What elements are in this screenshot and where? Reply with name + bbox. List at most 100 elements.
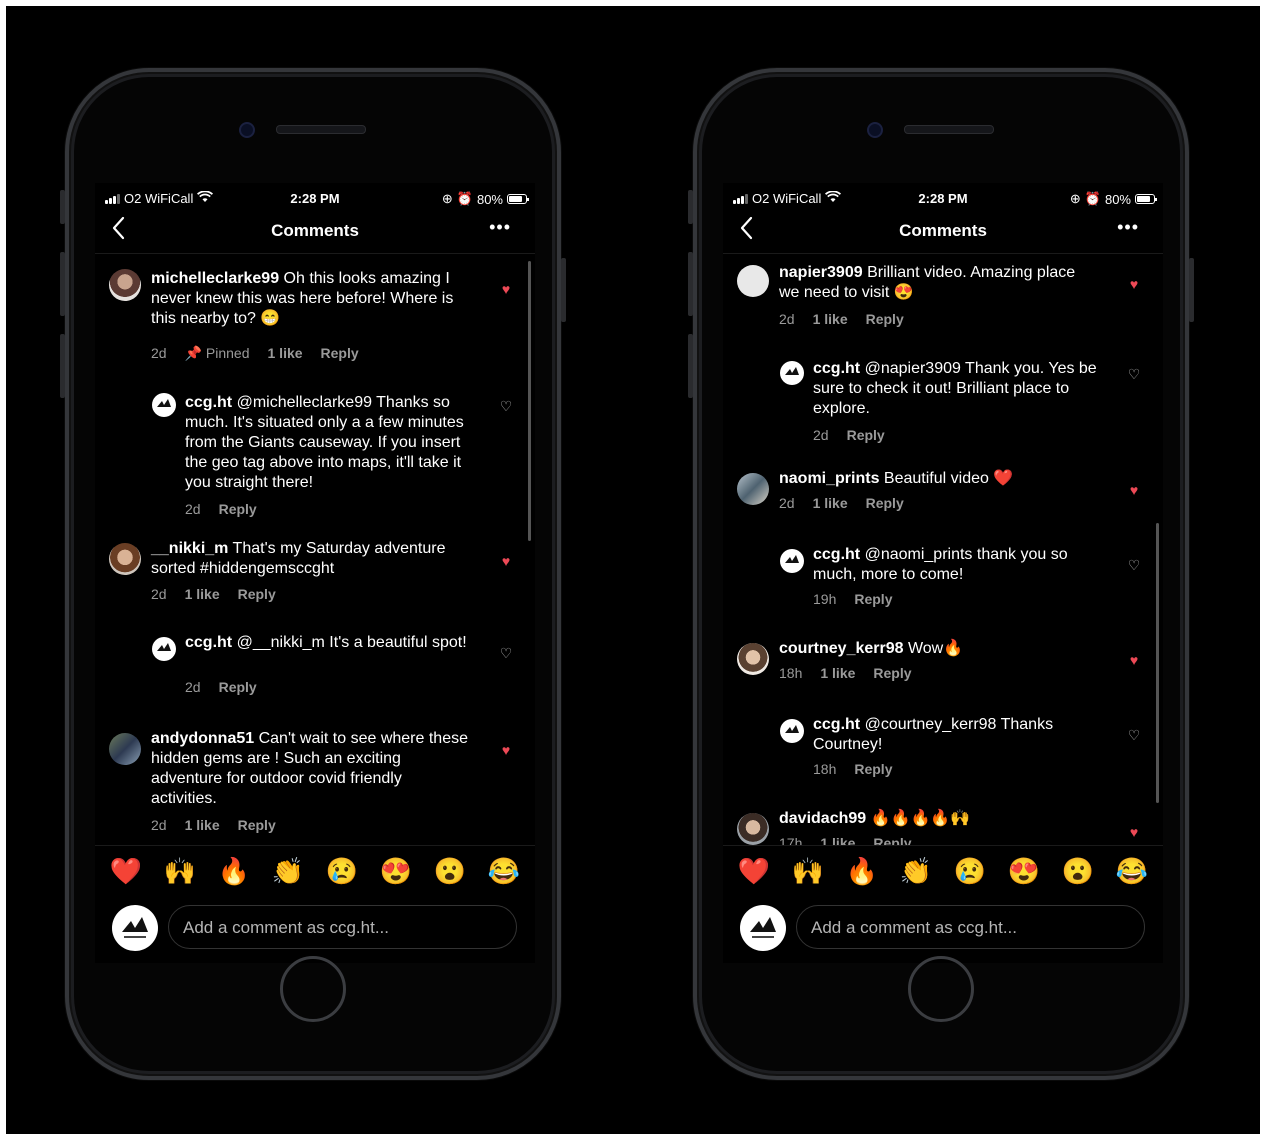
home-button[interactable] bbox=[280, 956, 346, 1022]
avatar[interactable] bbox=[737, 813, 769, 845]
comments-header: Comments ••• bbox=[723, 213, 1163, 254]
username[interactable]: ccg.ht bbox=[813, 546, 860, 563]
like-heart-outline-icon[interactable]: ♡ bbox=[1127, 367, 1141, 381]
comment-meta: 2d Reply bbox=[813, 427, 885, 443]
laughing-emoji-button[interactable]: 😂 bbox=[1116, 856, 1148, 887]
username[interactable]: michelleclarke99 bbox=[151, 270, 279, 287]
comment-list[interactable]: napier3909 Brilliant video. Amazing plac… bbox=[723, 255, 1163, 845]
username[interactable]: naomi_prints bbox=[779, 470, 879, 487]
status-bar: O2 WiFiCall 2:28 PM ⊕ ⏰ 80% bbox=[95, 189, 535, 207]
fire-emoji-button[interactable]: 🔥 bbox=[218, 856, 250, 887]
avatar[interactable] bbox=[780, 549, 804, 573]
username[interactable]: ccg.ht bbox=[813, 360, 860, 377]
avatar[interactable] bbox=[109, 543, 141, 575]
username[interactable]: andydonna51 bbox=[151, 730, 254, 747]
heart-eyes-emoji-button[interactable]: 😍 bbox=[380, 856, 412, 887]
comment-time: 18h bbox=[813, 761, 837, 777]
fire-emoji-button[interactable]: 🔥 bbox=[846, 856, 878, 887]
reply-button[interactable]: Reply bbox=[219, 501, 257, 517]
comment-time: 2d bbox=[779, 311, 795, 327]
like-heart-outline-icon[interactable]: ♡ bbox=[499, 646, 513, 660]
likes-count[interactable]: 1 like bbox=[813, 311, 848, 327]
heart-emoji-button[interactable]: ❤️ bbox=[738, 856, 770, 887]
screen-right: O2 WiFiCall 2:28 PM ⊕ ⏰ 80% Comments ••• bbox=[723, 183, 1163, 963]
reply-button[interactable]: Reply bbox=[873, 835, 911, 845]
pin-icon: 📌 bbox=[184, 345, 203, 361]
comment-meta: 18h Reply bbox=[813, 761, 892, 777]
reply-button[interactable]: Reply bbox=[847, 427, 885, 443]
scrollbar[interactable] bbox=[528, 261, 531, 541]
likes-count[interactable]: 1 like bbox=[820, 665, 855, 681]
reply-button[interactable]: Reply bbox=[866, 495, 904, 511]
comment-meta: 2d 1 like Reply bbox=[151, 817, 276, 833]
comment-time: 17h bbox=[779, 835, 803, 845]
comment-text: ccg.ht @naomi_prints thank you so much, … bbox=[813, 545, 1099, 585]
comment-text: ccg.ht @courtney_kerr98 Thanks Courtney! bbox=[813, 715, 1099, 755]
reply-item: ccg.ht @__nikki_m It's a beautiful spot!… bbox=[95, 633, 535, 703]
avatar[interactable] bbox=[780, 719, 804, 743]
heart-emoji-button[interactable]: ❤️ bbox=[110, 856, 142, 887]
avatar[interactable] bbox=[737, 265, 769, 297]
my-avatar bbox=[112, 905, 158, 951]
more-options-button[interactable]: ••• bbox=[1117, 217, 1139, 238]
laughing-emoji-button[interactable]: 😂 bbox=[488, 856, 520, 887]
username[interactable]: __nikki_m bbox=[151, 540, 228, 557]
clap-emoji-button[interactable]: 👏 bbox=[272, 856, 304, 887]
reply-button[interactable]: Reply bbox=[873, 665, 911, 681]
avatar[interactable] bbox=[152, 637, 176, 661]
reply-button[interactable]: Reply bbox=[219, 679, 257, 695]
comment-list[interactable]: michelleclarke99 Oh this looks amazing I… bbox=[95, 255, 535, 845]
username[interactable]: ccg.ht bbox=[185, 634, 232, 651]
surprised-emoji-button[interactable]: 😮 bbox=[434, 856, 466, 887]
crying-emoji-button[interactable]: 😢 bbox=[326, 856, 358, 887]
alarm-icon: ⏰ bbox=[456, 191, 473, 206]
like-heart-icon[interactable]: ♥ bbox=[499, 282, 513, 296]
like-heart-icon[interactable]: ♥ bbox=[499, 554, 513, 568]
more-options-button[interactable]: ••• bbox=[489, 217, 511, 238]
avatar[interactable] bbox=[737, 643, 769, 675]
like-heart-icon[interactable]: ♥ bbox=[1127, 483, 1141, 497]
comment-input[interactable]: Add a comment as ccg.ht... bbox=[796, 905, 1145, 949]
like-heart-outline-icon[interactable]: ♡ bbox=[1127, 728, 1141, 742]
like-heart-icon[interactable]: ♥ bbox=[1127, 825, 1141, 839]
like-heart-icon[interactable]: ♥ bbox=[499, 743, 513, 757]
likes-count[interactable]: 1 like bbox=[813, 495, 848, 511]
likes-count[interactable]: 1 like bbox=[268, 345, 303, 362]
reply-button[interactable]: Reply bbox=[321, 345, 359, 362]
avatar[interactable] bbox=[780, 361, 804, 385]
avatar[interactable] bbox=[737, 473, 769, 505]
reply-button[interactable]: Reply bbox=[238, 817, 276, 833]
clap-emoji-button[interactable]: 👏 bbox=[900, 856, 932, 887]
reply-button[interactable]: Reply bbox=[854, 761, 892, 777]
scrollbar[interactable] bbox=[1156, 523, 1159, 803]
username[interactable]: ccg.ht bbox=[813, 716, 860, 733]
raised-hands-emoji-button[interactable]: 🙌 bbox=[164, 856, 196, 887]
like-heart-icon[interactable]: ♥ bbox=[1127, 277, 1141, 291]
likes-count[interactable]: 1 like bbox=[185, 817, 220, 833]
comment-input[interactable]: Add a comment as ccg.ht... bbox=[168, 905, 517, 949]
likes-count[interactable]: 1 like bbox=[185, 586, 220, 602]
avatar[interactable] bbox=[109, 269, 141, 301]
more-horizontal-icon: ••• bbox=[1117, 217, 1139, 237]
heart-eyes-emoji-button[interactable]: 😍 bbox=[1008, 856, 1040, 887]
like-heart-outline-icon[interactable]: ♡ bbox=[1127, 558, 1141, 572]
reply-button[interactable]: Reply bbox=[866, 311, 904, 327]
username[interactable]: napier3909 bbox=[779, 264, 863, 281]
comment-body: @__nikki_m It's a beautiful spot! bbox=[236, 634, 467, 651]
surprised-emoji-button[interactable]: 😮 bbox=[1062, 856, 1094, 887]
crying-emoji-button[interactable]: 😢 bbox=[954, 856, 986, 887]
likes-count[interactable]: 1 like bbox=[820, 835, 855, 845]
reply-button[interactable]: Reply bbox=[238, 586, 276, 602]
like-heart-outline-icon[interactable]: ♡ bbox=[499, 399, 513, 413]
username[interactable]: davidach99 bbox=[779, 810, 866, 827]
avatar[interactable] bbox=[152, 393, 176, 417]
raised-hands-emoji-button[interactable]: 🙌 bbox=[792, 856, 824, 887]
home-button[interactable] bbox=[908, 956, 974, 1022]
username[interactable]: courtney_kerr98 bbox=[779, 640, 904, 657]
like-heart-icon[interactable]: ♥ bbox=[1127, 653, 1141, 667]
emoji-quick-bar: ❤️ 🙌 🔥 👏 😢 😍 😮 😂 bbox=[95, 845, 535, 896]
reply-button[interactable]: Reply bbox=[854, 591, 892, 607]
reply-item: ccg.ht @naomi_prints thank you so much, … bbox=[723, 545, 1163, 615]
avatar[interactable] bbox=[109, 733, 141, 765]
username[interactable]: ccg.ht bbox=[185, 394, 232, 411]
